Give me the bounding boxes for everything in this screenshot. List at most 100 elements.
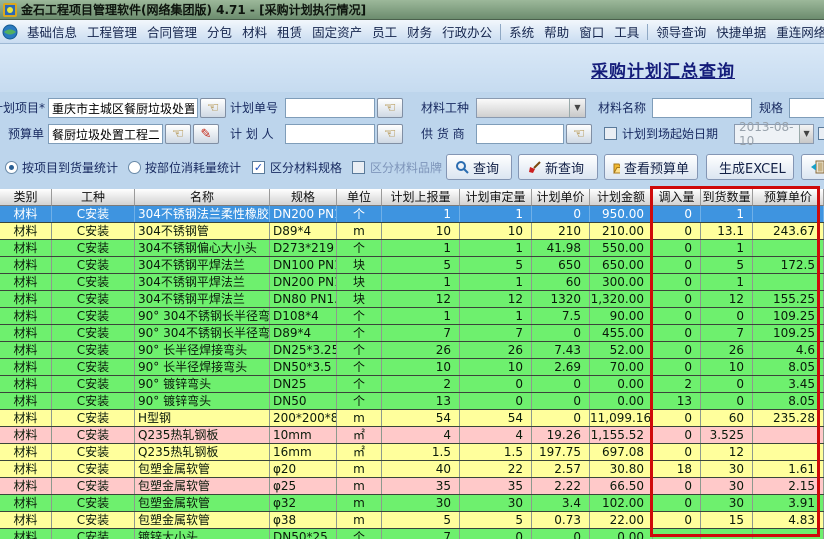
radio-by-project-arrival[interactable] xyxy=(5,161,18,174)
menu-item[interactable]: 固定资产 xyxy=(307,19,367,44)
table-cell: C安装 xyxy=(52,257,135,273)
budget-sheet-picker-button[interactable]: ☜ xyxy=(165,124,191,144)
column-header[interactable]: 到货数量 xyxy=(701,189,753,206)
menu-item[interactable]: 帮助 xyxy=(539,19,574,44)
material-type-select[interactable]: ▼ xyxy=(476,98,586,118)
door-exit-icon xyxy=(810,160,824,174)
plan-project-input[interactable] xyxy=(48,98,198,118)
table-row[interactable]: 材料C安装Q235热轧钢板16mm㎡1.51.5197.75697.08012 xyxy=(0,444,824,461)
menu-item[interactable]: 系统 xyxy=(504,19,539,44)
table-row[interactable]: 材料C安装304不锈钢平焊法兰DN80 PN1.0块121213201,320.… xyxy=(0,291,824,308)
table-cell: 0 xyxy=(653,274,701,290)
globe-icon xyxy=(2,24,18,40)
menu-item[interactable]: 重连网络 xyxy=(771,19,824,44)
table-row[interactable]: 材料C安装包塑金属软管φ20m40222.5730.8018301.61 xyxy=(0,461,824,478)
menu-item[interactable]: 工具 xyxy=(609,19,644,44)
plan-project-picker-button[interactable]: ☜ xyxy=(200,98,226,118)
table-row[interactable]: 材料C安装包塑金属软管φ38m550.7322.000154.83 xyxy=(0,512,824,529)
budget-sheet-edit-button[interactable]: ✎ xyxy=(193,124,219,144)
table-cell: C安装 xyxy=(52,461,135,477)
table-row[interactable]: 材料C安装包塑金属软管φ32m30303.4102.000303.91 xyxy=(0,495,824,512)
column-header[interactable]: 预算单价 xyxy=(753,189,824,206)
column-header[interactable]: 计划审定量 xyxy=(460,189,532,206)
column-header[interactable]: 名称 xyxy=(135,189,270,206)
hand-pointer-icon: ☜ xyxy=(384,100,397,116)
table-cell: 650.00 xyxy=(590,257,653,273)
distinguish-brand-checkbox[interactable] xyxy=(352,161,365,174)
chevron-down-icon: ▼ xyxy=(569,99,585,117)
menu-item[interactable]: 分包 xyxy=(202,19,237,44)
plan-no-input[interactable] xyxy=(285,98,375,118)
table-row[interactable]: 材料C安装90° 长半径焊接弯头DN25*3.25个26267.4352.000… xyxy=(0,342,824,359)
column-header[interactable]: 计划单价 xyxy=(532,189,590,206)
export-excel-button[interactable]: X 生成EXCEL xyxy=(706,154,794,180)
planner-input[interactable] xyxy=(285,124,375,144)
table-cell: 材料 xyxy=(0,257,52,273)
column-header[interactable]: 单位 xyxy=(337,189,382,206)
table-cell: 3.4 xyxy=(532,495,590,511)
column-header[interactable]: 规格 xyxy=(270,189,337,206)
arrival-date-checkbox[interactable] xyxy=(604,127,617,140)
supplier-picker-button[interactable]: ☜ xyxy=(566,124,592,144)
arrival-date-end-checkbox[interactable] xyxy=(818,127,824,140)
table-cell: 650 xyxy=(532,257,590,273)
table-row[interactable]: 材料C安装90° 长半径焊接弯头DN50*3.5个10102.6970.0001… xyxy=(0,359,824,376)
table-cell: 54 xyxy=(382,410,460,426)
menu-item[interactable]: 工程管理 xyxy=(82,19,142,44)
budget-sheet-input[interactable] xyxy=(48,124,163,144)
table-cell: 7 xyxy=(382,325,460,341)
table-row[interactable]: 材料C安装包塑金属软管φ25m35352.2266.500302.15 xyxy=(0,478,824,495)
arrival-date-select[interactable]: 2013-08-10 ▼ xyxy=(734,124,814,144)
menu-item[interactable]: 窗口 xyxy=(574,19,609,44)
query-button[interactable]: 查询 xyxy=(446,154,512,180)
table-row[interactable]: 材料C安装304不锈钢偏心大小头D273*219个1141.98550.0001 xyxy=(0,240,824,257)
table-row[interactable]: 材料C安装镀锌大小头DN50*25个7000.00 xyxy=(0,529,824,539)
table-row[interactable]: 材料C安装304不锈钢法兰柔性橡胶DN200 PN1.0个110950.0001 xyxy=(0,206,824,223)
radio-by-part-consumption[interactable] xyxy=(128,161,141,174)
table-row[interactable]: 材料C安装Q235热轧钢板10mm㎡4419.261,155.5203.525 xyxy=(0,427,824,444)
column-header[interactable]: 工种 xyxy=(52,189,135,206)
table-cell: 550.00 xyxy=(590,240,653,256)
distinguish-spec-checkbox[interactable]: ✓ xyxy=(252,161,265,174)
menu-item[interactable]: 租赁 xyxy=(272,19,307,44)
menu-item[interactable]: 材料 xyxy=(237,19,272,44)
table-cell: 210.00 xyxy=(590,223,653,239)
material-name-input[interactable] xyxy=(652,98,752,118)
table-row[interactable]: 材料C安装90° 镀锌弯头DN25个2000.00203.45 xyxy=(0,376,824,393)
column-header[interactable]: 计划金额 xyxy=(590,189,653,206)
supplier-input[interactable] xyxy=(476,124,564,144)
table-cell: 包塑金属软管 xyxy=(135,478,270,494)
menu-item[interactable]: 领导查询 xyxy=(651,19,711,44)
export-excel-button-label: 生成EXCEL xyxy=(719,158,786,177)
table-cell: 镀锌大小头 xyxy=(135,529,270,539)
plan-no-picker-button[interactable]: ☜ xyxy=(377,98,403,118)
column-header[interactable]: 调入量 xyxy=(653,189,701,206)
table-row[interactable]: 材料C安装90° 304不锈钢长半径弯D108*4个117.590.000010… xyxy=(0,308,824,325)
table-cell: 0.00 xyxy=(590,393,653,409)
table-cell xyxy=(753,529,824,539)
column-header[interactable]: 类别 xyxy=(0,189,52,206)
close-button[interactable]: 关 xyxy=(801,154,824,180)
planner-picker-button[interactable]: ☜ xyxy=(377,124,403,144)
view-budget-button[interactable]: 查看预算单 xyxy=(604,154,698,180)
column-header[interactable]: 计划上报量 xyxy=(382,189,460,206)
menu-item[interactable]: 员工 xyxy=(367,19,402,44)
menu-item[interactable]: 基础信息 xyxy=(22,19,82,44)
table-row[interactable]: 材料C安装90° 304不锈钢长半径弯D89*4个770455.0007109.… xyxy=(0,325,824,342)
table-row[interactable]: 材料C安装304不锈钢平焊法兰DN200 PN1.0块1160300.0001 xyxy=(0,274,824,291)
menu-item[interactable]: 快捷单据 xyxy=(711,19,771,44)
menu-item[interactable]: 合同管理 xyxy=(142,19,202,44)
table-row[interactable]: 材料C安装H型钢200*200*8*m5454011,099.16060235.… xyxy=(0,410,824,427)
spec-input[interactable] xyxy=(789,98,824,118)
table-row[interactable]: 材料C安装304不锈钢平焊法兰DN100 PN1.0块55650650.0005… xyxy=(0,257,824,274)
table-cell: 0 xyxy=(532,206,590,222)
menu-item[interactable]: 财务 xyxy=(402,19,437,44)
table-cell: 5 xyxy=(382,257,460,273)
table-cell: Q235热轧钢板 xyxy=(135,444,270,460)
table-cell: 1 xyxy=(460,240,532,256)
table-cell xyxy=(701,529,753,539)
menu-item[interactable]: 行政办公 xyxy=(437,19,497,44)
table-row[interactable]: 材料C安装304不锈钢管D89*4m1010210210.00013.1243.… xyxy=(0,223,824,240)
table-row[interactable]: 材料C安装90° 镀锌弯头DN50个13000.001308.05 xyxy=(0,393,824,410)
new-query-button[interactable]: 新查询 xyxy=(518,154,598,180)
